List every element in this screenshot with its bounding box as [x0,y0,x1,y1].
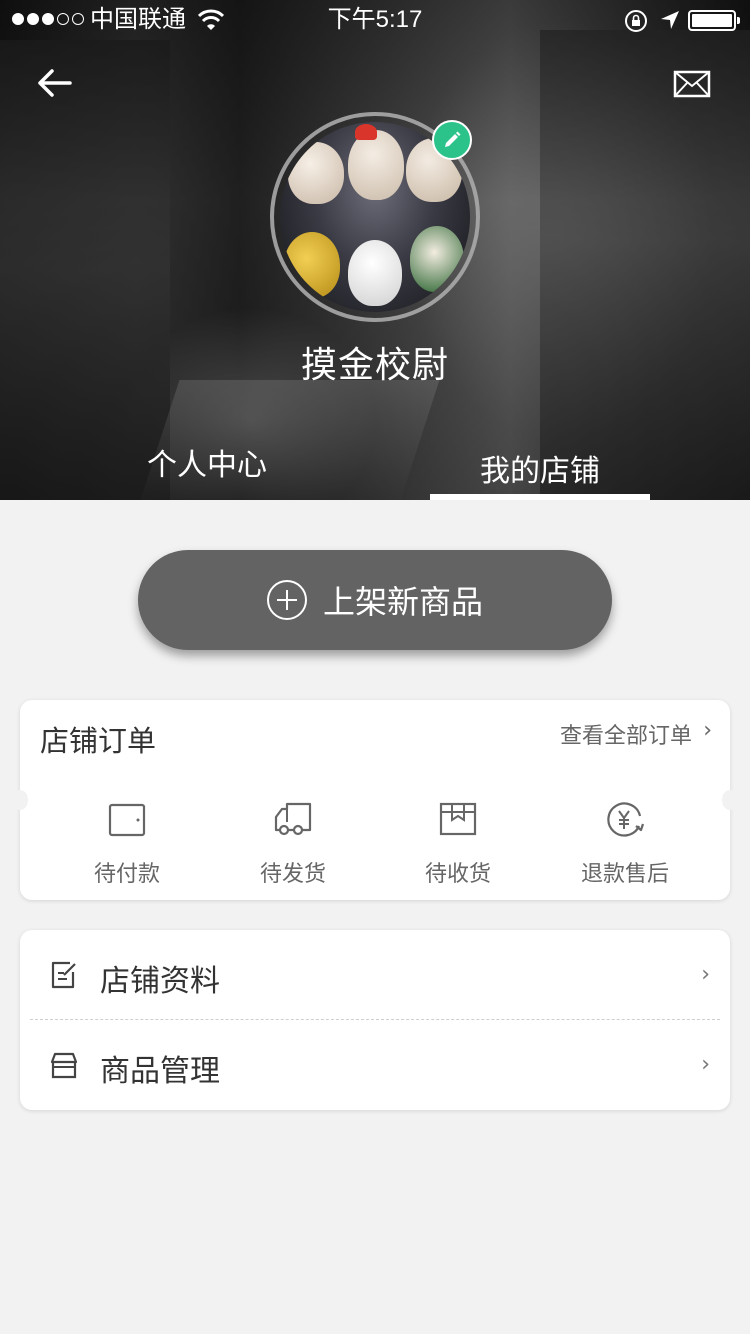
add-new-product-button[interactable]: 上架新商品 [138,550,612,650]
order-status-label: 待收货 [424,862,491,887]
tab-personal-center[interactable]: 个人中心 [97,440,317,500]
pencil-icon [445,131,461,147]
location-arrow-icon [661,11,679,29]
card-notch-right [722,790,738,810]
order-status-label: 待付款 [93,862,160,887]
menu-item-label: 商品管理 [100,1054,220,1089]
active-tab-indicator [430,494,650,500]
order-status-refund-aftersale[interactable]: 退款售后 [545,800,705,888]
order-status-label: 退款售后 [580,862,669,887]
shop-menu-card: 店铺资料 › 商品管理 › [20,930,730,1110]
refund-icon [607,802,645,837]
store-icon [50,1052,78,1079]
status-bar: 中国联通 下午5:17 [0,0,750,40]
mail-button[interactable] [672,66,712,102]
wallet-icon [108,803,146,837]
menu-item-label: 店铺资料 [100,964,220,999]
menu-item-product-management[interactable]: 商品管理 › [20,1020,730,1110]
add-new-product-label: 上架新商品 [322,583,483,621]
plus-circle-icon [266,580,307,620]
shop-orders-card: 店铺订单 查看全部订单 › 待付款 待发货 待收货 退款售后 [12,700,738,900]
order-status-label: 待发货 [259,862,326,887]
rotation-lock-icon [625,10,647,32]
back-button[interactable] [32,60,78,106]
menu-item-shop-info[interactable]: 店铺资料 › [20,930,730,1020]
edit-avatar-button[interactable] [432,120,472,160]
chevron-right-icon: › [701,962,710,987]
truck-icon [274,802,312,836]
edit-note-icon [51,961,76,989]
order-status-pending-payment[interactable]: 待付款 [47,800,207,888]
card-notch-left [12,790,28,810]
username: 摸金校尉 [300,345,449,386]
order-status-pending-shipment[interactable]: 待发货 [213,800,373,888]
order-status-pending-receipt[interactable]: 待收货 [378,800,538,888]
battery-icon [688,10,740,31]
package-icon [439,802,477,836]
chevron-right-icon: › [701,1052,710,1077]
chevron-right-icon: › [703,718,712,743]
shop-orders-title: 店铺订单 [40,724,157,758]
view-all-orders-link[interactable]: 查看全部订单 [560,718,692,750]
